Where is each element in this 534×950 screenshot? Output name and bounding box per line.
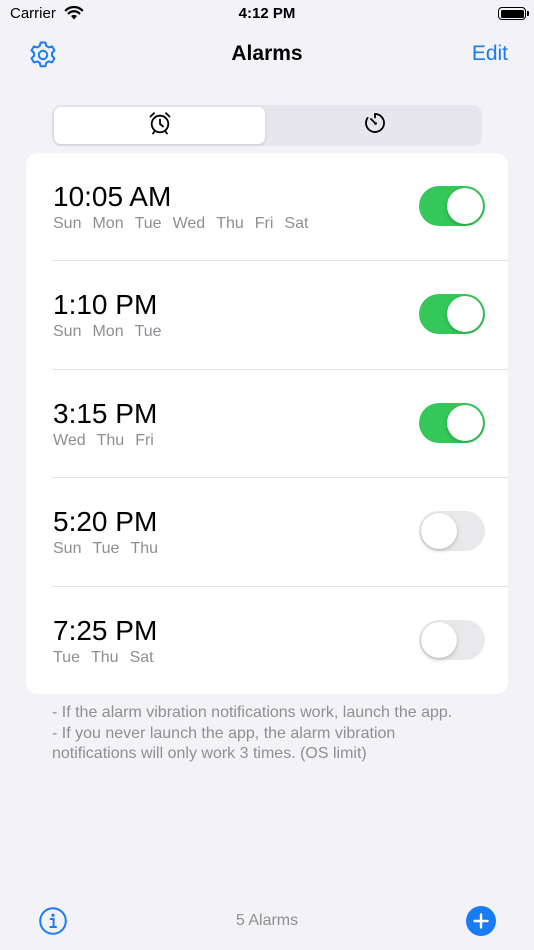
alarm-row[interactable]: 10:05 AM Sun Mon Tue Wed Thu Fri Sat — [26, 153, 508, 262]
page-title: Alarms — [231, 42, 303, 65]
alarm-row[interactable]: 1:10 PM Sun Mon Tue — [26, 261, 508, 370]
alarm-days: Sun Mon Tue — [53, 323, 173, 341]
alarm-toggle[interactable] — [419, 186, 485, 226]
status-bar: Carrier 4:12 PM — [0, 0, 534, 28]
alarm-toggle[interactable] — [419, 511, 485, 552]
alarm-day: Thu — [216, 215, 244, 232]
bottom-toolbar: 5 Alarms — [0, 895, 534, 950]
alarm-row[interactable]: 7:25 PM Tue Thu Sat — [26, 587, 508, 694]
alarm-list: 10:05 AM Sun Mon Tue Wed Thu Fri Sat 1:10 PM Sun M… — [26, 153, 508, 694]
alarm-day: Tue — [92, 540, 120, 558]
navigation-bar: Alarms Edit — [0, 28, 534, 84]
alarm-day: Mon — [92, 323, 124, 341]
alarm-day: Thu — [90, 648, 119, 666]
toggle-knob — [447, 404, 483, 441]
alarm-day: Fri — [254, 215, 274, 232]
alarm-toggle[interactable] — [419, 402, 485, 443]
alarm-day: Wed — [53, 431, 86, 449]
timer-icon — [362, 110, 388, 141]
alarm-day: Fri — [135, 431, 154, 449]
help-note-1: - If the alarm vibration notifications w… — [52, 704, 453, 721]
help-note-2: - If you never launch the app, the alarm… — [52, 724, 396, 763]
segment-timer[interactable] — [269, 107, 480, 144]
alarm-time: 5:20 PM — [53, 506, 158, 538]
alarm-day: Sat — [284, 215, 309, 232]
help-notes: - If the alarm vibration notifications w… — [52, 703, 472, 765]
alarm-day: Thu — [96, 431, 125, 449]
alarm-day: Wed — [172, 215, 206, 232]
alarm-count: 5 Alarms — [235, 912, 299, 929]
alarm-row[interactable]: 5:20 PM Sun Tue Thu — [26, 478, 508, 587]
alarm-time: 3:15 PM — [53, 397, 158, 429]
edit-button[interactable]: Edit — [472, 42, 508, 66]
alarm-day: Tue — [134, 323, 162, 341]
alarm-day: Tue — [53, 648, 80, 666]
alarm-days: Sun Tue Thu — [53, 540, 169, 558]
alarm-days: Tue Thu Sat — [53, 649, 165, 667]
alarm-row[interactable]: 3:15 PM Wed Thu Fri — [26, 370, 508, 479]
alarm-day: Mon — [92, 215, 124, 232]
segment-alarms[interactable] — [54, 107, 265, 144]
alarm-time: 7:25 PM — [53, 614, 158, 646]
alarm-time: 10:05 AM — [53, 181, 172, 212]
alarm-toggle[interactable] — [419, 294, 485, 335]
status-time: 4:12 PM — [238, 5, 296, 22]
toggle-knob — [447, 296, 483, 333]
battery-icon — [498, 7, 529, 20]
alarm-clock-icon — [147, 110, 173, 141]
toggle-knob — [447, 188, 483, 224]
alarm-days: Sun Mon Tue Wed Thu Fri Sat — [53, 215, 319, 233]
alarm-day: Sun — [53, 323, 82, 341]
alarm-toggle[interactable] — [419, 619, 485, 660]
alarm-day: Sun — [53, 215, 82, 232]
toggle-knob — [421, 621, 457, 658]
alarm-day: Sun — [53, 540, 82, 558]
alarm-time: 1:10 PM — [53, 289, 158, 321]
alarm-day: Sat — [129, 648, 154, 666]
alarm-day: Tue — [134, 215, 162, 232]
toggle-knob — [421, 513, 457, 550]
plus-icon[interactable] — [466, 906, 496, 936]
alarm-day: Thu — [130, 540, 159, 558]
alarm-days: Wed Thu Fri — [53, 432, 165, 450]
mode-segmented-control — [52, 105, 482, 146]
